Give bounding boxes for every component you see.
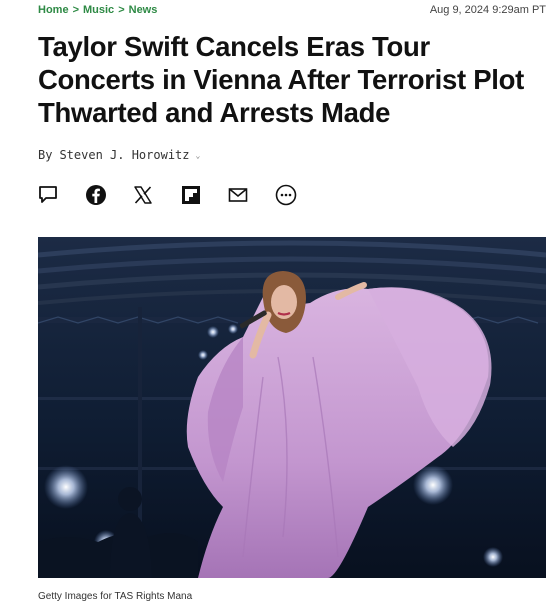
breadcrumb-music[interactable]: Music — [83, 4, 114, 16]
comment-icon — [39, 186, 57, 203]
breadcrumb-news[interactable]: News — [129, 4, 158, 16]
author-expand-caret[interactable]: ⌄ — [196, 151, 201, 160]
image-credit: Getty Images for TAS Rights Mana — [38, 591, 193, 602]
breadcrumb-separator: > — [118, 4, 125, 16]
hero-image[interactable] — [38, 237, 546, 578]
more-share-button[interactable] — [274, 183, 298, 207]
email-share-button[interactable] — [226, 183, 250, 207]
concert-photo — [38, 237, 546, 578]
x-icon — [134, 186, 152, 204]
breadcrumb: Home > Music > News — [38, 4, 157, 16]
byline: By Steven J. Horowitz ⌄ — [38, 148, 200, 162]
top-bar: Home > Music > News Aug 9, 2024 9:29am P… — [38, 2, 546, 18]
facebook-icon — [85, 185, 106, 205]
x-share-button[interactable] — [131, 183, 155, 207]
comment-button[interactable] — [36, 183, 60, 207]
share-bar — [36, 183, 321, 207]
facebook-share-button[interactable] — [84, 183, 108, 207]
article-title: Taylor Swift Cancels Eras Tour Concerts … — [38, 31, 524, 128]
byline-prefix: By — [38, 148, 53, 162]
flipboard-icon — [181, 186, 200, 204]
publish-date: Aug 9, 2024 9:29am PT — [429, 4, 546, 16]
breadcrumb-home[interactable]: Home — [38, 4, 69, 16]
more-icon — [275, 184, 296, 206]
email-icon — [228, 188, 248, 202]
flipboard-share-button[interactable] — [179, 183, 203, 207]
author-name[interactable]: Steven J. Horowitz — [59, 148, 189, 162]
breadcrumb-separator: > — [72, 4, 79, 16]
